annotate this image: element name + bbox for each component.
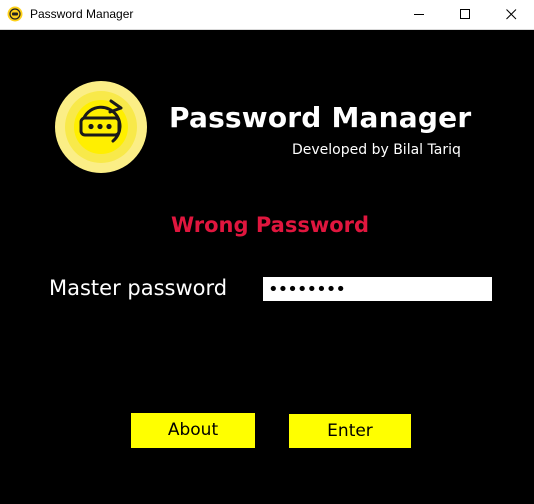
enter-button[interactable]: Enter [289,414,411,448]
master-password-label: Master password [49,276,228,300]
minimize-button[interactable] [396,0,442,29]
window-titlebar: Password Manager [0,0,534,30]
about-button[interactable]: About [131,413,255,448]
developer-credit: Developed by Bilal Tariq [292,142,461,158]
master-password-input[interactable] [263,277,492,301]
app-icon [7,6,23,22]
maximize-icon [460,9,470,19]
password-refresh-icon [55,81,147,173]
app-name: Password Manager [169,101,472,134]
window-title: Password Manager [30,7,134,21]
minimize-icon [414,14,424,15]
close-icon [506,9,517,20]
maximize-button[interactable] [442,0,488,29]
close-button[interactable] [488,0,534,29]
status-message: Wrong Password [170,213,370,237]
